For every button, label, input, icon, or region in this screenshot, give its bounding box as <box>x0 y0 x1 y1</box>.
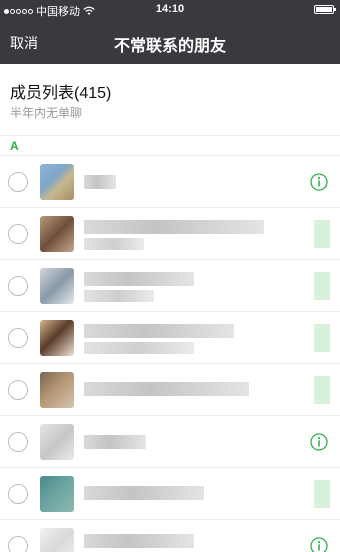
contact-row[interactable] <box>0 364 340 416</box>
members-count-title: 成员列表(415) <box>10 85 112 102</box>
blurred-info-icon[interactable] <box>314 480 330 508</box>
avatar <box>40 528 74 552</box>
avatar <box>40 164 74 200</box>
select-radio[interactable] <box>8 380 28 400</box>
blurred-contact-detail <box>84 342 194 354</box>
blurred-contact-name <box>84 435 146 449</box>
select-radio[interactable] <box>8 224 28 244</box>
blurred-info-icon[interactable] <box>314 324 330 352</box>
status-bar: 中国移动 14:10 <box>0 0 340 20</box>
page-title: 不常联系的朋友 <box>113 38 226 55</box>
members-header: 成员列表(415) 半年内无单聊 <box>0 64 340 136</box>
contact-row[interactable] <box>0 260 340 312</box>
avatar <box>40 320 74 356</box>
blurred-info-icon[interactable] <box>314 272 330 300</box>
blurred-contact-detail <box>84 290 154 302</box>
blurred-contact-name <box>84 382 249 396</box>
info-icon[interactable] <box>310 173 328 191</box>
select-radio[interactable] <box>8 536 28 552</box>
status-time: 14:10 <box>155 3 185 15</box>
select-radio[interactable] <box>8 432 28 452</box>
blurred-contact-name <box>84 272 194 286</box>
avatar <box>40 476 74 512</box>
contact-row[interactable] <box>0 520 340 552</box>
nav-bar: 取消 不常联系的朋友 <box>0 20 340 64</box>
info-icon[interactable] <box>310 433 328 451</box>
blurred-contact-name <box>84 220 264 234</box>
contact-list <box>0 156 340 552</box>
blurred-contact-detail <box>84 238 144 250</box>
avatar <box>40 372 74 408</box>
contact-row[interactable] <box>0 416 340 468</box>
blurred-contact-name <box>84 324 234 338</box>
section-letter: A <box>10 139 19 153</box>
cancel-button[interactable]: 取消 <box>10 33 38 53</box>
blurred-info-icon[interactable] <box>314 220 330 248</box>
section-index-header: A <box>0 136 340 156</box>
blurred-contact-name <box>84 534 194 548</box>
select-radio[interactable] <box>8 172 28 192</box>
contact-row[interactable] <box>0 312 340 364</box>
contact-row[interactable] <box>0 468 340 520</box>
members-subtitle: 半年内无单聊 <box>10 106 83 120</box>
blurred-info-icon[interactable] <box>314 376 330 404</box>
contact-row[interactable] <box>0 208 340 260</box>
blurred-contact-name <box>84 486 204 500</box>
avatar <box>40 424 74 460</box>
battery-icon <box>314 5 336 14</box>
select-radio[interactable] <box>8 328 28 348</box>
blurred-contact-name <box>84 175 116 189</box>
info-icon[interactable] <box>310 537 328 552</box>
avatar <box>40 216 74 252</box>
select-radio[interactable] <box>8 276 28 296</box>
contact-row[interactable] <box>0 156 340 208</box>
select-radio[interactable] <box>8 484 28 504</box>
avatar <box>40 268 74 304</box>
